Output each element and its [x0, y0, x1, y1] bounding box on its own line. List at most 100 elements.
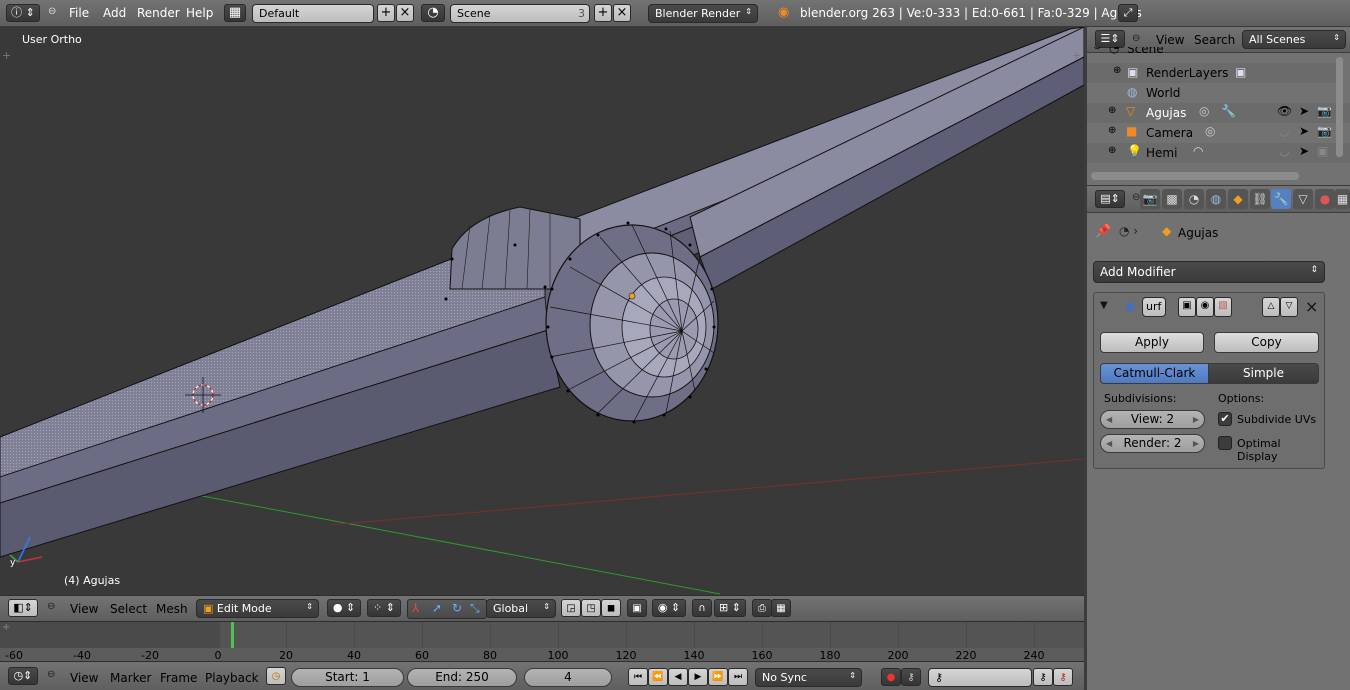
outliner-row-scene[interactable]: ⊖ ◔ Scene	[1087, 47, 1337, 59]
delete-layout-button[interactable]: ×	[396, 4, 414, 22]
expand-icon[interactable]: ⊕	[1113, 65, 1121, 76]
view-levels-field[interactable]: ◀ View: 2 ▶	[1100, 410, 1205, 429]
insert-keyframe-button[interactable]: ⚷	[1033, 668, 1053, 686]
scale-icon[interactable]: ⤡	[470, 601, 480, 616]
current-frame-field[interactable]: 4	[524, 668, 612, 687]
editor-type-timeline-button[interactable]: ◷⇕	[8, 667, 38, 685]
pin-icon[interactable]: 📌	[1095, 224, 1111, 239]
modifier-name-field[interactable]: urf	[1142, 297, 1166, 317]
collapse-triangle-icon[interactable]: ⊖	[1093, 47, 1101, 52]
show-render-toggle[interactable]: ▣	[1178, 297, 1196, 317]
increment-arrow-icon[interactable]: ▶	[1193, 435, 1199, 452]
collapse-icon[interactable]: ⊖	[1132, 33, 1140, 44]
outliner-row-hemi[interactable]: ⊕ 💡 Hemi ◠ ◡ ➤ ▣	[1087, 143, 1350, 163]
panel-collapse-triangle-icon[interactable]: ▼	[1100, 300, 1108, 311]
sync-mode-select[interactable]: No Sync ⇕	[755, 668, 862, 687]
menu-view[interactable]: View	[1156, 33, 1184, 47]
opengl-render-button[interactable]: ⎙	[752, 599, 772, 617]
increment-arrow-icon[interactable]: ▶	[1193, 411, 1199, 428]
opengl-animation-button[interactable]: ▦	[771, 599, 791, 617]
menu-view[interactable]: View	[70, 602, 98, 616]
menu-file[interactable]: File	[69, 6, 89, 20]
active-keying-set-field[interactable]: ⚷	[928, 668, 1032, 687]
move-down-button[interactable]: ▽	[1280, 297, 1298, 317]
outliner[interactable]: ☰⇕ ⊖ View Search All Scenes ⇕ ⊖ ◔ Scene …	[1087, 27, 1350, 185]
tab-texture[interactable]: ▦	[1335, 189, 1350, 209]
delete-keyframe-button[interactable]: ⚷	[1053, 668, 1073, 686]
expand-icon[interactable]: ⊕	[1108, 145, 1116, 156]
menu-view[interactable]: View	[70, 671, 98, 685]
menu-marker[interactable]: Marker	[110, 671, 151, 685]
play-reverse-icon[interactable]: ◀	[668, 668, 688, 686]
decrement-arrow-icon[interactable]: ◀	[1106, 435, 1112, 452]
outliner-vertical-scrollbar[interactable]	[1336, 57, 1343, 157]
remove-modifier-close-icon[interactable]: ×	[1305, 297, 1318, 316]
transform-orientation-select[interactable]: Global ⇕	[486, 599, 556, 618]
tab-world[interactable]: ◍	[1206, 189, 1226, 209]
outliner-row-world[interactable]: ◍ World	[1087, 83, 1337, 103]
copy-button[interactable]: Copy	[1214, 332, 1319, 353]
tab-mesh-data[interactable]: ▽	[1293, 189, 1313, 209]
show-viewport-toggle[interactable]: ◉	[1196, 297, 1214, 317]
menu-search[interactable]: Search	[1194, 33, 1235, 47]
vertex-select-button[interactable]: ◲	[561, 599, 581, 617]
simple-toggle[interactable]: Simple	[1208, 363, 1319, 384]
outliner-row-camera[interactable]: ⊕ ■ Camera ◎ ◡ ➤ 📷	[1087, 123, 1350, 143]
selectable-arrow-icon[interactable]: ➤	[1299, 144, 1309, 158]
visibility-eye-icon[interactable]: ◡	[1279, 144, 1289, 158]
renderable-camera-icon[interactable]: ▣	[1317, 144, 1328, 158]
jump-start-icon[interactable]: ⏮	[628, 668, 648, 686]
apply-button[interactable]: Apply	[1100, 332, 1204, 353]
expand-icon[interactable]: ⊕	[1108, 105, 1116, 116]
menu-render[interactable]: Render	[137, 6, 180, 20]
tab-render-layers[interactable]: ▩	[1162, 189, 1182, 209]
occlude-geometry-button[interactable]: ▣	[627, 599, 647, 617]
decrement-arrow-icon[interactable]: ◀	[1106, 411, 1112, 428]
menu-help[interactable]: Help	[186, 6, 213, 20]
pivot-point-button[interactable]: ⁘ ⇕	[367, 599, 401, 617]
renderable-camera-icon[interactable]: 📷	[1317, 124, 1332, 138]
tab-constraints[interactable]: ⛓	[1250, 189, 1270, 209]
start-frame-field[interactable]: Start: 1	[291, 668, 404, 687]
fullscreen-button[interactable]: ⤢	[1118, 4, 1138, 22]
add-modifier-select[interactable]: Add Modifier ⇕	[1093, 261, 1325, 283]
jump-keyframe-forward-icon[interactable]: ⏩	[708, 668, 728, 686]
viewport-shading-button[interactable]: ● ⇕	[327, 599, 361, 617]
menu-add[interactable]: Add	[103, 6, 126, 20]
add-layout-button[interactable]: +	[377, 4, 395, 22]
edge-select-button[interactable]: ◳	[581, 599, 601, 617]
layout-name-field[interactable]: Default	[252, 4, 374, 23]
delete-scene-button[interactable]: ×	[613, 4, 631, 22]
menu-mesh[interactable]: Mesh	[156, 602, 188, 616]
current-frame-marker[interactable]	[231, 622, 234, 648]
subdivide-uvs-checkbox[interactable]: ✔	[1218, 412, 1232, 426]
render-levels-field[interactable]: ◀ Render: 2 ▶	[1100, 434, 1205, 453]
end-frame-field[interactable]: End: 250	[407, 668, 517, 687]
scene-browse-button[interactable]: ◔	[421, 4, 445, 22]
optimal-display-checkbox[interactable]	[1218, 436, 1232, 450]
properties-editor[interactable]: ▤⇕ ⊖ 📷 ▩ ◔ ◍ ◆ ⛓ 🔧 ▽ ● ▦ 📌 ◔ › ◆ Agujas …	[1087, 185, 1350, 690]
visibility-eye-icon[interactable]: 👁	[1277, 104, 1292, 118]
jump-keyframe-back-icon[interactable]: ⏪	[648, 668, 668, 686]
move-up-button[interactable]: △	[1262, 297, 1280, 317]
keying-set-button[interactable]: ⚷	[901, 668, 921, 686]
screen-layout-browse-button[interactable]: ▦	[224, 4, 246, 22]
editor-type-properties-button[interactable]: ▤⇕	[1095, 190, 1125, 208]
expand-icon[interactable]: ⊕	[1108, 125, 1116, 136]
proportional-edit-button[interactable]: ◉ ⇕	[652, 599, 686, 617]
tab-modifiers[interactable]: 🔧	[1271, 189, 1291, 209]
visibility-eye-icon[interactable]: ◡	[1279, 124, 1289, 138]
auto-keying-button[interactable]: ●	[881, 668, 901, 686]
scene-name-field[interactable]: Scene 3	[450, 4, 590, 23]
render-engine-select[interactable]: Blender Render ⇕	[648, 4, 758, 23]
menu-playback[interactable]: Playback	[205, 671, 259, 685]
snap-element-button[interactable]: ⊞ ⇕	[714, 599, 746, 617]
add-scene-button[interactable]: +	[594, 4, 612, 22]
snap-toggle-button[interactable]: ∩	[692, 599, 712, 617]
menu-frame[interactable]: Frame	[160, 671, 197, 685]
rotate-icon[interactable]: ↻	[452, 601, 462, 615]
tab-render[interactable]: 📷	[1140, 189, 1160, 209]
collapse-icon[interactable]: ⊖	[48, 6, 56, 17]
3d-viewport[interactable]: y + + User Ortho (4) Agujas	[0, 27, 1084, 595]
menu-select[interactable]: Select	[110, 602, 147, 616]
